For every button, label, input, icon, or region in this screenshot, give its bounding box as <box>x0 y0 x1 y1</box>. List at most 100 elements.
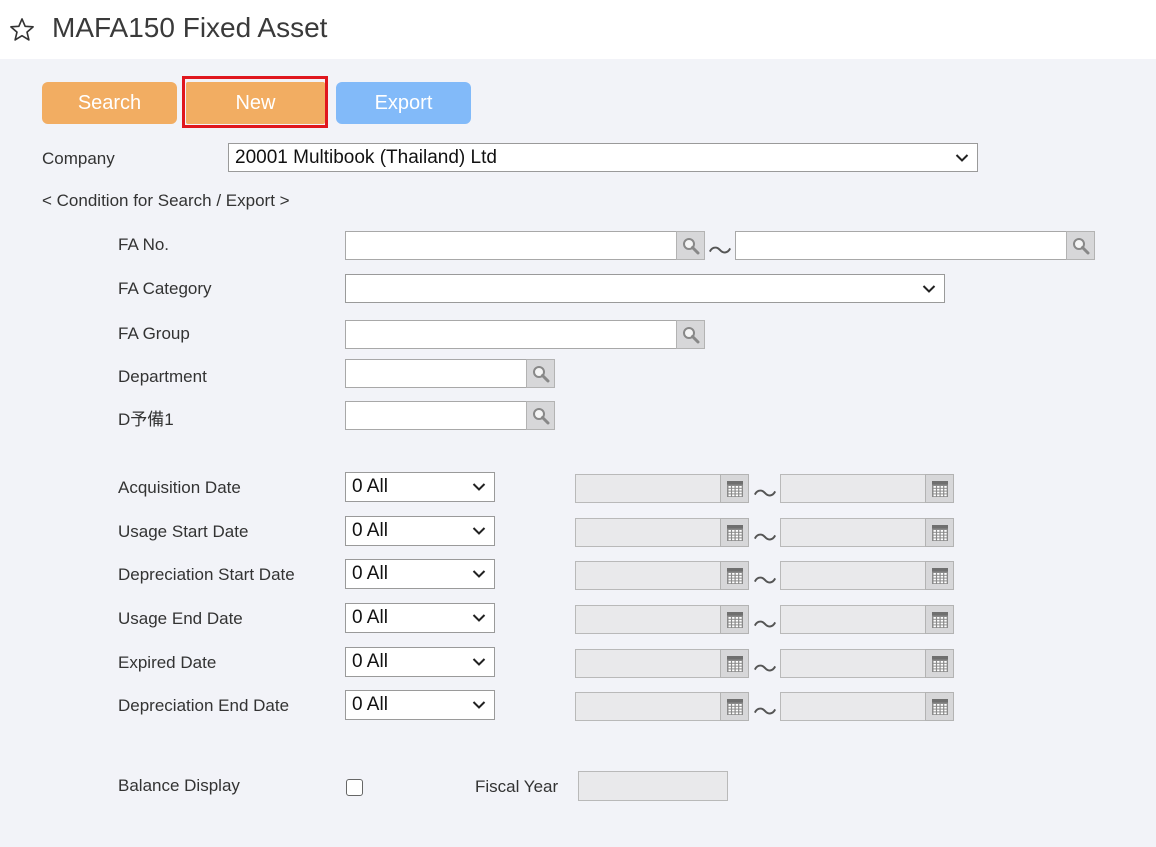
acquisition-date-range-separator: ～ <box>753 481 777 508</box>
depreciation-end-date-select[interactable]: 0 All <box>345 690 495 720</box>
depreciation-end-date-from-calendar-button[interactable] <box>720 692 749 721</box>
depreciation-start-date-from-calendar-button[interactable] <box>720 561 749 590</box>
condition-heading: < Condition for Search / Export > <box>42 191 290 210</box>
star-outline-icon[interactable] <box>7 16 37 44</box>
usage-start-date-range-separator: ～ <box>753 525 777 552</box>
chevron-down-icon <box>955 153 969 162</box>
fiscal-year-label: Fiscal Year <box>475 777 559 796</box>
fa-group-label: FA Group <box>118 324 190 343</box>
search-button[interactable]: Search <box>42 82 177 124</box>
depreciation-start-date-range-separator: ～ <box>753 568 777 595</box>
depreciation-end-date-label: Depreciation End Date <box>118 696 290 715</box>
depreciation-start-date-select[interactable]: 0 All <box>345 559 495 589</box>
expired-date-to-calendar-button[interactable] <box>925 649 954 678</box>
depreciation-start-date-to-input[interactable] <box>780 561 926 590</box>
expired-date-from-calendar-button[interactable] <box>720 649 749 678</box>
chevron-down-icon <box>472 570 486 578</box>
magnifier-icon <box>682 237 699 254</box>
depreciation-end-date-from-input[interactable] <box>575 692 721 721</box>
magnifier-icon <box>682 326 699 343</box>
calendar-icon <box>726 567 743 584</box>
acquisition-date-from-calendar-button[interactable] <box>720 474 749 503</box>
magnifier-icon <box>1072 237 1089 254</box>
fa-no-label: FA No. <box>118 235 170 254</box>
export-button[interactable]: Export <box>336 82 471 124</box>
fa-group-input[interactable] <box>345 320 677 349</box>
chevron-down-icon <box>472 527 486 535</box>
calendar-icon <box>726 611 743 628</box>
usage-end-date-range-separator: ～ <box>753 612 777 639</box>
balance-display-checkbox[interactable] <box>346 779 363 796</box>
chevron-down-icon <box>472 701 486 709</box>
calendar-icon <box>931 698 948 715</box>
acquisition-date-from-input[interactable] <box>575 474 721 503</box>
fa-category-select[interactable] <box>345 274 945 303</box>
fa-no-from-lookup-button[interactable] <box>676 231 705 260</box>
usage-start-date-to-calendar-button[interactable] <box>925 518 954 547</box>
acquisition-date-to-input[interactable] <box>780 474 926 503</box>
calendar-icon <box>931 611 948 628</box>
expired-date-select-value: 0 All <box>352 651 388 672</box>
chevron-down-icon <box>472 658 486 666</box>
calendar-icon <box>931 480 948 497</box>
fa-no-to-lookup-button[interactable] <box>1066 231 1095 260</box>
usage-end-date-label: Usage End Date <box>118 609 243 628</box>
acquisition-date-to-calendar-button[interactable] <box>925 474 954 503</box>
acquisition-date-select[interactable]: 0 All <box>345 472 495 502</box>
usage-start-date-select[interactable]: 0 All <box>345 516 495 546</box>
fa-category-label: FA Category <box>118 279 212 298</box>
chevron-down-icon <box>472 483 486 491</box>
depreciation-start-date-from-input[interactable] <box>575 561 721 590</box>
usage-start-date-from-calendar-button[interactable] <box>720 518 749 547</box>
fa-group-lookup-button[interactable] <box>676 320 705 349</box>
usage-end-date-from-calendar-button[interactable] <box>720 605 749 634</box>
usage-end-date-to-calendar-button[interactable] <box>925 605 954 634</box>
expired-date-to-input[interactable] <box>780 649 926 678</box>
acquisition-date-select-value: 0 All <box>352 476 388 497</box>
depreciation-end-date-select-value: 0 All <box>352 694 388 715</box>
calendar-icon <box>726 655 743 672</box>
company-label: Company <box>42 149 115 168</box>
expired-date-range-separator: ～ <box>753 656 777 683</box>
page-title: MAFA150 Fixed Asset <box>52 12 328 43</box>
new-button[interactable]: New <box>186 82 325 124</box>
usage-start-date-label: Usage Start Date <box>118 522 249 541</box>
calendar-icon <box>726 524 743 541</box>
calendar-icon <box>726 480 743 497</box>
usage-start-date-from-input[interactable] <box>575 518 721 547</box>
department-lookup-button[interactable] <box>526 359 555 388</box>
balance-display-label: Balance Display <box>118 776 240 795</box>
chevron-down-icon <box>922 284 936 293</box>
page-header: MAFA150 Fixed Asset <box>0 0 1156 59</box>
expired-date-select[interactable]: 0 All <box>345 647 495 677</box>
calendar-icon <box>726 698 743 715</box>
department-input[interactable] <box>345 359 527 388</box>
calendar-icon <box>931 655 948 672</box>
department-label: Department <box>118 367 207 386</box>
depreciation-start-date-label: Depreciation Start Date <box>118 565 295 584</box>
depreciation-start-date-to-calendar-button[interactable] <box>925 561 954 590</box>
depreciation-end-date-range-separator: ～ <box>753 699 777 726</box>
usage-end-date-to-input[interactable] <box>780 605 926 634</box>
chevron-down-icon <box>472 614 486 622</box>
fiscal-year-input[interactable] <box>578 771 728 801</box>
magnifier-icon <box>532 365 549 382</box>
usage-end-date-select[interactable]: 0 All <box>345 603 495 633</box>
expired-date-label: Expired Date <box>118 653 217 672</box>
fa-no-from-input[interactable] <box>345 231 677 260</box>
calendar-icon <box>931 524 948 541</box>
company-select[interactable]: 20001 Multibook (Thailand) Ltd <box>228 143 978 172</box>
expired-date-from-input[interactable] <box>575 649 721 678</box>
company-select-value: 20001 Multibook (Thailand) Ltd <box>235 146 497 168</box>
fa-no-to-input[interactable] <box>735 231 1067 260</box>
usage-end-date-select-value: 0 All <box>352 607 388 628</box>
usage-start-date-to-input[interactable] <box>780 518 926 547</box>
magnifier-icon <box>532 407 549 424</box>
usage-end-date-from-input[interactable] <box>575 605 721 634</box>
acquisition-date-label: Acquisition Date <box>118 478 241 497</box>
depreciation-end-date-to-input[interactable] <box>780 692 926 721</box>
d-yobi1-input[interactable] <box>345 401 527 430</box>
depreciation-end-date-to-calendar-button[interactable] <box>925 692 954 721</box>
d-yobi1-lookup-button[interactable] <box>526 401 555 430</box>
d-yobi1-label: D予備1 <box>118 410 174 429</box>
